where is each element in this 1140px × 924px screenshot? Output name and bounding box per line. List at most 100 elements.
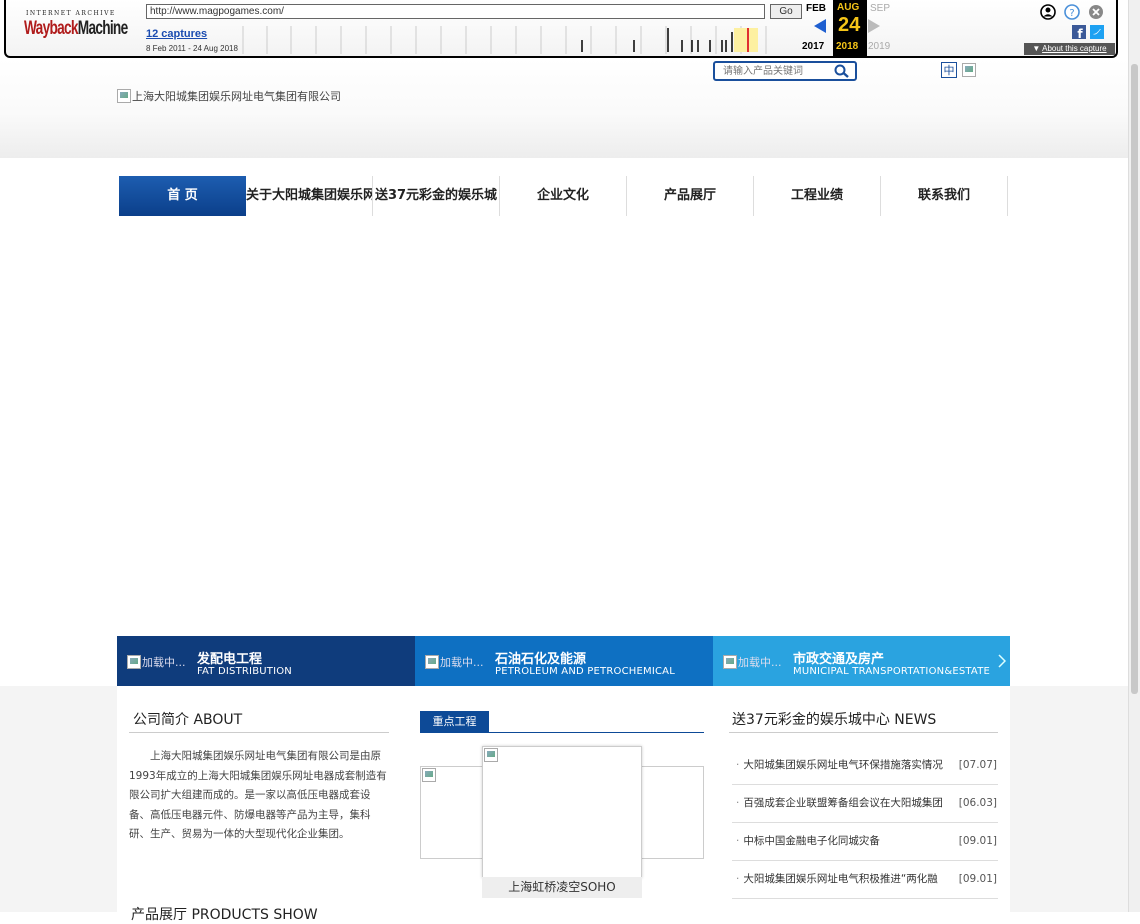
wayback-logo-top: INTERNET ARCHIVE xyxy=(26,10,116,17)
broken-image-icon xyxy=(422,768,436,782)
news-item-date: [09.01] xyxy=(958,873,997,885)
nav-item-projects[interactable]: 工程业绩 xyxy=(754,176,881,216)
scrollbar-thumb[interactable] xyxy=(1131,64,1138,694)
twitter-icon[interactable] xyxy=(1090,25,1104,39)
svg-text:f: f xyxy=(1077,27,1083,39)
wayback-prev-arrow-icon[interactable] xyxy=(814,19,828,33)
site-header xyxy=(0,58,1128,158)
wayback-logo[interactable]: INTERNET ARCHIVE WaybackMachine xyxy=(22,8,128,44)
project-image-left[interactable] xyxy=(420,766,484,859)
broken-image-icon xyxy=(117,89,131,103)
chevron-right-icon[interactable] xyxy=(998,654,1006,668)
close-icon[interactable] xyxy=(1088,4,1104,20)
news-item-text: 大阳城集团娱乐网址电气积极推进“两化融 xyxy=(743,873,938,885)
search-input[interactable] xyxy=(723,65,833,78)
user-icon[interactable] xyxy=(1040,4,1056,20)
tile-title: 市政交通及房产 xyxy=(793,652,885,667)
wayback-next-arrow-icon xyxy=(868,19,880,33)
wayback-current-date: AUG 24 2018 xyxy=(833,0,867,56)
wayback-day-current: 24 xyxy=(838,14,861,36)
svg-text:?: ? xyxy=(1069,8,1074,19)
project-image-main[interactable] xyxy=(482,746,642,878)
nav-item-culture[interactable]: 企业文化 xyxy=(500,176,627,216)
tile-distribution[interactable]: 加载中... 发配电工程 FAT DISTRIBUTION xyxy=(117,636,415,686)
news-item-date: [06.03] xyxy=(958,797,997,809)
page-scrollbar[interactable] xyxy=(1128,0,1140,912)
news-item-text: 中标中国金融电子化同城灾备 xyxy=(743,835,880,847)
news-item-text: 大阳城集团娱乐网址电气环保措施落实情况 xyxy=(743,759,943,771)
news-item-date: [07.07] xyxy=(958,759,997,771)
tile-image: 加载中... xyxy=(425,654,484,670)
wayback-month-current: AUG xyxy=(837,2,860,13)
broken-image-icon xyxy=(425,655,439,669)
wayback-logo-main: WaybackMachine xyxy=(24,18,128,40)
bullet-icon: · xyxy=(736,797,740,809)
wayback-date-range: 8 Feb 2011 - 24 Aug 2018 xyxy=(146,44,238,53)
broken-image-icon xyxy=(484,748,498,762)
tile-municipal[interactable]: 加载中... 市政交通及房产 MUNICIPAL TRANSPORTATION&… xyxy=(713,636,1010,686)
wayback-logo-word-1: Wayback xyxy=(24,18,78,39)
lang-chinese-button[interactable]: 中 xyxy=(941,62,957,78)
wayback-year-current: 2018 xyxy=(836,41,859,52)
site-logo-alt: 上海大阳城集团娱乐网址电气集团有限公司 xyxy=(132,90,341,103)
tile-subtitle: PETROLEUM AND PETROCHEMICAL xyxy=(495,666,675,677)
main-nav: 首 页 关于大阳城集团娱乐网 送37元彩金的娱乐城 企业文化 产品展厅 工程业绩… xyxy=(119,176,1008,216)
bullet-icon: · xyxy=(736,759,740,771)
news-item[interactable]: · 大阳城集团娱乐网址电气积极推进“两化融 [09.01] xyxy=(732,860,998,899)
nav-item-news[interactable]: 送37元彩金的娱乐城 xyxy=(373,176,500,216)
news-title: 送37元彩金的娱乐城中心 NEWS xyxy=(732,712,937,728)
bullet-icon: · xyxy=(736,873,740,885)
nav-item-contact[interactable]: 联系我们 xyxy=(881,176,1008,216)
wayback-year-prev[interactable]: 2017 xyxy=(802,41,824,52)
facebook-icon[interactable]: f xyxy=(1072,25,1086,39)
tile-title: 石油石化及能源 xyxy=(495,652,587,667)
nav-item-home[interactable]: 首 页 xyxy=(119,176,246,216)
lang-english-image[interactable] xyxy=(962,63,976,77)
wayback-year-next: 2019 xyxy=(868,41,891,52)
news-item-text: 百强成套企业联盟筹备组会议在大阳城集团 xyxy=(743,797,943,809)
about-title: 公司简介 ABOUT xyxy=(133,712,243,728)
news-item[interactable]: · 百强成套企业联盟筹备组会议在大阳城集团 [06.03] xyxy=(732,784,998,823)
category-tiles: 加载中... 发配电工程 FAT DISTRIBUTION 加载中... 石油石… xyxy=(117,636,1010,686)
wayback-captures-link[interactable]: 12 captures xyxy=(146,28,207,40)
tile-title: 发配电工程 xyxy=(197,652,263,667)
tile-subtitle: MUNICIPAL TRANSPORTATION&ESTATE xyxy=(793,666,991,677)
broken-image-icon xyxy=(127,655,141,669)
tile-image-alt: 加载中... xyxy=(142,656,186,669)
tile-subtitle: FAT DISTRIBUTION xyxy=(197,666,292,677)
tile-image: 加载中... xyxy=(723,654,782,670)
wayback-url-input[interactable]: http://www.magpogames.com/ xyxy=(146,4,765,19)
wayback-toolbar: INTERNET ARCHIVE WaybackMachine http://w… xyxy=(4,0,1118,58)
search-box[interactable] xyxy=(713,61,857,81)
nav-item-products[interactable]: 产品展厅 xyxy=(627,176,754,216)
wayback-month-next: SEP xyxy=(870,3,891,14)
wayback-go-button[interactable]: Go xyxy=(770,4,802,19)
bullet-icon: · xyxy=(736,835,740,847)
site-logo[interactable]: 上海大阳城集团娱乐网址电气集团有限公司 xyxy=(117,88,341,104)
news-item[interactable]: · 中标中国金融电子化同城灾备 [09.01] xyxy=(732,822,998,861)
tile-image: 加载中... xyxy=(127,654,186,670)
search-icon[interactable] xyxy=(833,64,851,78)
tile-image-alt: 加载中... xyxy=(440,656,484,669)
about-divider xyxy=(129,732,389,733)
products-title: 产品展厅 PRODUCTS SHOW xyxy=(131,907,318,923)
wayback-month-prev[interactable]: FEB xyxy=(806,3,826,14)
tab-key-projects[interactable]: 重点工程 xyxy=(420,711,489,733)
tile-petroleum[interactable]: 加载中... 石油石化及能源 PETROLEUM AND PETROCHEMIC… xyxy=(415,636,713,686)
wayback-sparkline[interactable] xyxy=(242,26,802,54)
wayback-about-capture[interactable]: ▼ About this capture xyxy=(1024,43,1115,55)
nav-item-about[interactable]: 关于大阳城集团娱乐网 xyxy=(246,176,373,216)
project-image-right[interactable] xyxy=(640,766,704,859)
news-item-date: [09.01] xyxy=(958,835,997,847)
tile-image-alt: 加载中... xyxy=(738,656,782,669)
triangle-down-icon: ▼ xyxy=(1032,44,1041,53)
help-icon[interactable]: ? xyxy=(1064,4,1080,20)
news-item[interactable]: · 大阳城集团娱乐网址电气环保措施落实情况 [07.07] xyxy=(732,746,998,785)
news-divider xyxy=(729,732,998,733)
project-caption[interactable]: 上海虹桥凌空SOHO xyxy=(482,877,642,898)
projects-divider xyxy=(420,732,704,733)
wayback-logo-word-2: Machine xyxy=(77,18,128,39)
about-text: 上海大阳城集团娱乐网址电气集团有限公司是由原1993年成立的上海大阳城集团娱乐网… xyxy=(129,750,387,840)
wayback-about-label: About this capture xyxy=(1042,44,1107,53)
broken-image-icon xyxy=(723,655,737,669)
